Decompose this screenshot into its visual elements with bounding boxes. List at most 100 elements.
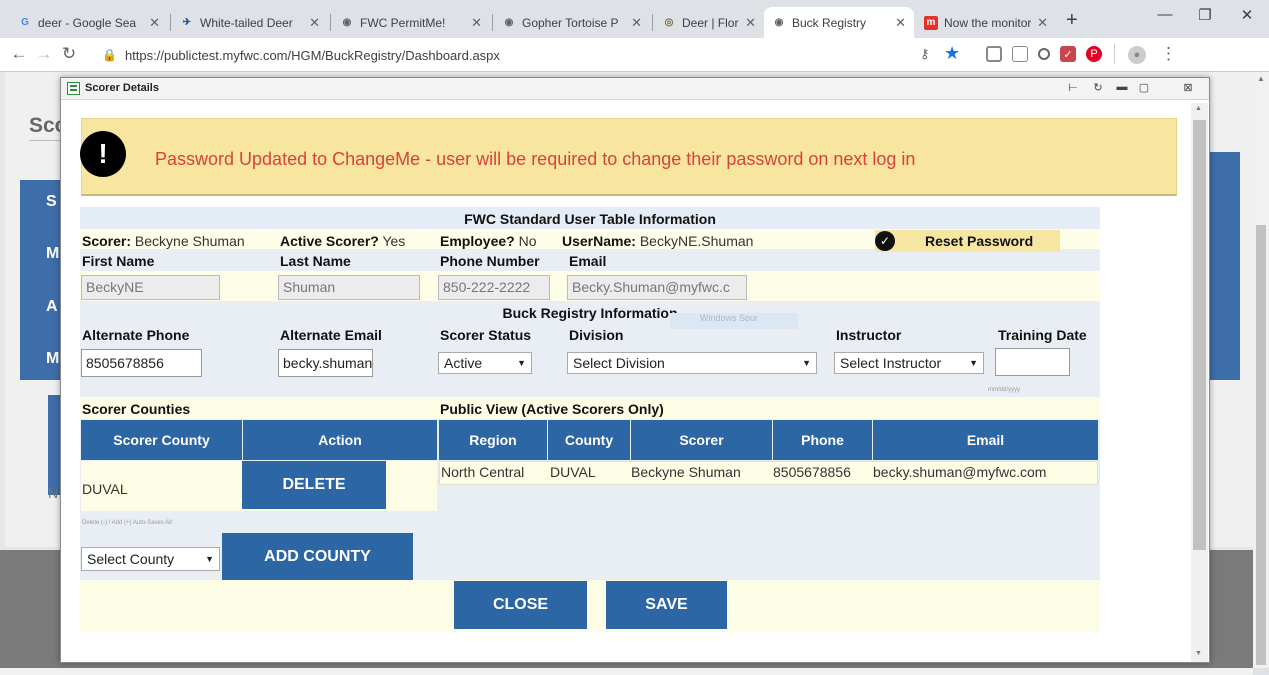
alternate-phone-input[interactable]: 8505678856 — [81, 349, 202, 377]
key-icon[interactable]: ⚷ — [920, 46, 930, 62]
col-header-scorer: Scorer — [631, 420, 772, 460]
delete-county-button[interactable]: DELETE — [242, 461, 386, 509]
back-arrow-icon[interactable]: ← — [8, 44, 30, 64]
scroll-up-arrow-icon[interactable]: ▲ — [1195, 105, 1202, 112]
county-cell: DUVAL — [82, 481, 128, 497]
tab-close-icon[interactable]: ✕ — [309, 15, 320, 31]
training-date-input[interactable] — [995, 348, 1070, 376]
tab-close-icon[interactable]: ✕ — [149, 15, 160, 31]
browser-tab[interactable]: ◉ FWC PermitMe! ✕ — [332, 7, 490, 38]
new-tab-button[interactable]: + — [1066, 9, 1078, 32]
date-format-hint: mm/dd/yyyy — [988, 387, 1021, 393]
pin-icon[interactable]: ⊢ — [1066, 81, 1080, 94]
dashboard-card: S M A M — [20, 180, 65, 380]
instructor-label: Instructor — [836, 327, 902, 343]
refresh-icon[interactable]: ↻ — [1091, 81, 1105, 94]
phone-cell: 8505678856 — [773, 464, 851, 480]
browser-tab[interactable]: ◉ Gopher Tortoise P ✕ — [494, 7, 650, 38]
page-scrollbar-thumb[interactable] — [1256, 225, 1266, 665]
browser-tab[interactable]: m Now the monitori ✕ — [916, 7, 1056, 38]
col-header-action: Action — [243, 420, 437, 460]
button-bar — [80, 580, 1100, 632]
instructor-select[interactable]: Select Instructor ▼ — [834, 352, 984, 374]
tab-close-icon[interactable]: ✕ — [471, 15, 482, 31]
watermark: Windows Sour — [670, 313, 798, 329]
dropdown-caret-icon: ▼ — [205, 554, 214, 564]
browser-tab[interactable]: G deer - Google Sea ✕ — [10, 7, 168, 38]
scorer-status-select[interactable]: Active ▼ — [438, 352, 532, 374]
tab-close-icon[interactable]: ✕ — [745, 15, 756, 31]
phone-number-field: 850-222-2222 — [438, 275, 550, 300]
minimize-window-icon[interactable]: — — [1150, 6, 1180, 23]
tab-close-icon[interactable]: ✕ — [1037, 15, 1048, 31]
phone-number-label: Phone Number — [440, 253, 540, 269]
tab-divider — [652, 14, 653, 31]
alternate-email-label: Alternate Email — [280, 327, 382, 343]
maximize-icon[interactable]: ▢ — [1137, 81, 1151, 94]
tab-close-icon[interactable]: ✕ — [631, 15, 642, 31]
document-extension-icon[interactable] — [1012, 46, 1028, 62]
county-select[interactable]: Select County ▼ — [81, 547, 220, 571]
reset-password-button[interactable]: ✓ Reset Password — [875, 230, 1060, 252]
horizontal-scrollbar[interactable] — [0, 668, 1253, 675]
training-date-label: Training Date — [998, 327, 1087, 343]
tab-divider — [330, 14, 331, 31]
minimize-icon[interactable]: ▬ — [1115, 81, 1129, 93]
alternate-email-input[interactable]: becky.shuman@m — [278, 349, 373, 377]
col-header-email: Email — [873, 420, 1098, 460]
col-header-region: Region — [439, 420, 547, 460]
address-bar[interactable]: 🔒 https://publictest.myfwc.com/HGM/BuckR… — [102, 42, 982, 68]
browser-tab-active[interactable]: ◉ Buck Registry ✕ — [764, 7, 914, 38]
county-cell: DUVAL — [550, 464, 596, 480]
alert-banner: ! Password Updated to ChangeMe - user wi… — [80, 118, 1177, 196]
active-scorer-info: Active Scorer? Yes — [280, 233, 406, 249]
employee-info: Employee? No — [440, 233, 537, 249]
url-text: https://publictest.myfwc.com/HGM/BuckReg… — [124, 47, 500, 63]
close-window-icon[interactable]: ✕ — [1232, 6, 1262, 24]
buck-registry-heading: Buck Registry Information — [502, 305, 678, 321]
scorer-counties-heading: Scorer Counties — [82, 401, 191, 417]
browser-tab[interactable]: ✈ White-tailed Deer ✕ — [172, 7, 328, 38]
form-icon — [67, 82, 80, 95]
circle-extension-icon[interactable] — [1038, 48, 1050, 60]
restore-window-icon[interactable]: ❐ — [1190, 6, 1220, 24]
region-cell: North Central — [441, 464, 525, 480]
col-header-county: County — [548, 420, 630, 460]
pinterest-icon[interactable]: P — [1086, 46, 1102, 62]
scroll-down-arrow-icon[interactable]: ▼ — [1195, 650, 1202, 657]
checkmark-icon: ✓ — [875, 231, 895, 251]
reload-icon[interactable]: ↻ — [58, 44, 80, 64]
save-button[interactable]: SAVE — [606, 581, 727, 629]
tab-close-icon[interactable]: ✕ — [895, 15, 906, 31]
globe-icon: ◉ — [342, 17, 352, 28]
deer-site-icon: ✈ — [182, 17, 192, 28]
forward-arrow-icon[interactable]: → — [33, 44, 55, 64]
profile-avatar-icon[interactable]: ● — [1128, 46, 1146, 64]
last-name-field: Shuman — [278, 275, 420, 300]
scorer-cell: Beckyne Shuman — [631, 464, 741, 480]
bookmark-star-icon[interactable]: ★ — [944, 43, 960, 64]
add-county-button[interactable]: ADD COUNTY — [222, 533, 413, 581]
lock-icon: 🔒 — [102, 48, 117, 62]
heading-rule — [29, 140, 61, 141]
username-info: UserName: BeckyNE.Shuman — [562, 233, 754, 249]
toolbar-divider — [1114, 44, 1115, 64]
fwc-seal-icon: ◎ — [664, 17, 674, 28]
col-header-scorer-county: Scorer County — [81, 420, 242, 460]
email-cell: becky.shuman@myfwc.com — [873, 464, 1047, 480]
scorer-details-dialog: Scorer Details ⊢ ↻ ▬ ▢ ⊠ ! Password Upda… — [60, 77, 1210, 663]
scroll-up-arrow-icon[interactable]: ▲ — [1257, 74, 1265, 83]
email-label: Email — [569, 253, 607, 269]
close-button[interactable]: CLOSE — [454, 581, 587, 629]
extension-icon[interactable] — [986, 46, 1002, 62]
division-select[interactable]: Select Division ▼ — [567, 352, 817, 374]
close-dialog-icon[interactable]: ⊠ — [1181, 81, 1195, 94]
menu-kebab-icon[interactable]: ⋮ — [1160, 44, 1177, 64]
dialog-scrollbar-thumb[interactable] — [1193, 120, 1206, 550]
dropdown-caret-icon: ▼ — [969, 358, 978, 368]
public-view-heading: Public View (Active Scorers Only) — [440, 401, 664, 417]
autosave-hint: Delete (-) / Add (+) Auto-Saves All — [82, 520, 172, 526]
tab-divider — [492, 14, 493, 31]
pocket-extension-icon[interactable]: ✓ — [1060, 46, 1076, 62]
browser-tab[interactable]: ◎ Deer | Florida Fish ✕ — [654, 7, 764, 38]
